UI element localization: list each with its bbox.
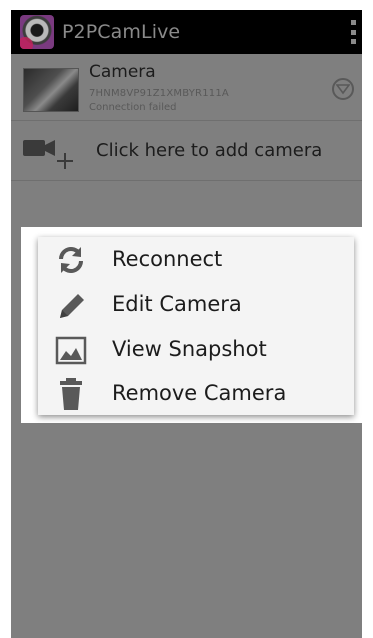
menu-item-reconnect[interactable]: Reconnect [38, 237, 354, 281]
context-menu: Reconnect Edit Camera View Snapshot Remo… [38, 237, 354, 415]
menu-item-label: Reconnect [112, 247, 223, 271]
image-icon [55, 336, 87, 365]
menu-item-remove-camera[interactable]: Remove Camera [38, 371, 354, 415]
menu-item-label: Remove Camera [112, 381, 287, 405]
app-logo-icon [20, 15, 54, 49]
camera-id: 7HNM8VP91Z1XMBYR111A [89, 88, 229, 99]
camera-status: Connection failed [89, 102, 177, 113]
menu-item-view-snapshot[interactable]: View Snapshot [38, 327, 354, 371]
add-camera-label: Click here to add camera [96, 140, 323, 161]
action-bar: P2PCamLive [11, 10, 362, 54]
add-camera-row[interactable]: Click here to add camera [11, 122, 362, 181]
chevron-down-circle-icon[interactable] [332, 78, 354, 100]
refresh-icon [59, 247, 83, 273]
menu-item-label: Edit Camera [112, 292, 242, 316]
camera-list-item[interactable]: Camera 7HNM8VP91Z1XMBYR111A Connection f… [11, 56, 362, 121]
menu-item-label: View Snapshot [112, 337, 267, 361]
trash-icon [60, 378, 82, 410]
add-video-camera-icon [23, 140, 73, 169]
app-title: P2PCamLive [62, 21, 181, 43]
pencil-icon [60, 294, 84, 318]
camera-name: Camera [89, 62, 156, 82]
camera-thumbnail [23, 68, 79, 112]
overflow-menu-icon[interactable] [348, 20, 358, 44]
menu-item-edit-camera[interactable]: Edit Camera [38, 282, 354, 326]
